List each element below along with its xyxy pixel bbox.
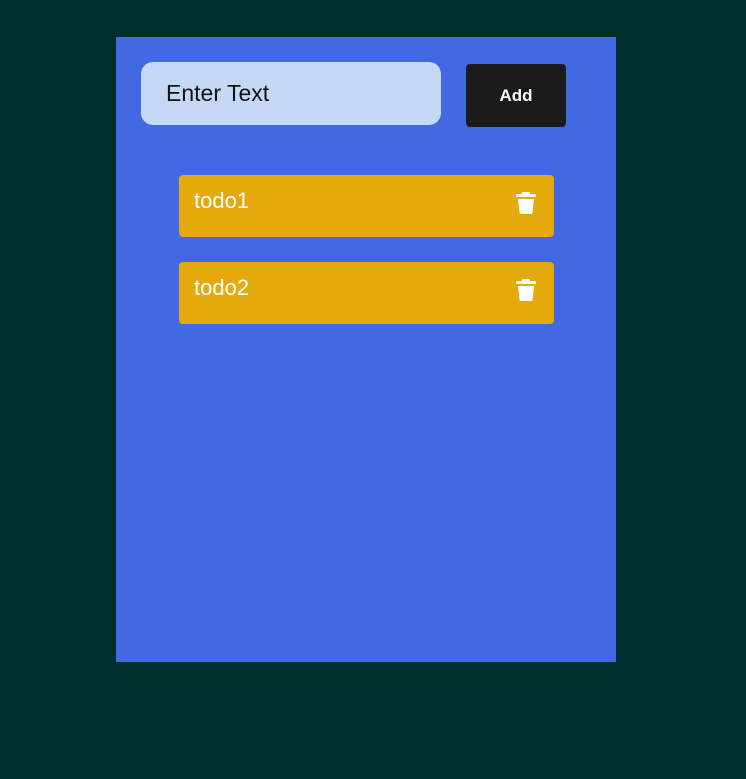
todo-list: todo1 todo2 — [179, 175, 554, 349]
todo-label: todo2 — [194, 275, 250, 300]
delete-todo-button[interactable] — [516, 279, 536, 301]
todo-item: todo1 — [179, 175, 554, 237]
todo-app-panel: Add todo1 todo2 — [116, 37, 616, 662]
add-button[interactable]: Add — [466, 64, 566, 127]
trash-icon — [516, 192, 536, 214]
todo-item: todo2 — [179, 262, 554, 324]
trash-icon — [516, 279, 536, 301]
todo-label: todo1 — [194, 188, 250, 213]
todo-text-input[interactable] — [141, 62, 441, 125]
delete-todo-button[interactable] — [516, 192, 536, 214]
